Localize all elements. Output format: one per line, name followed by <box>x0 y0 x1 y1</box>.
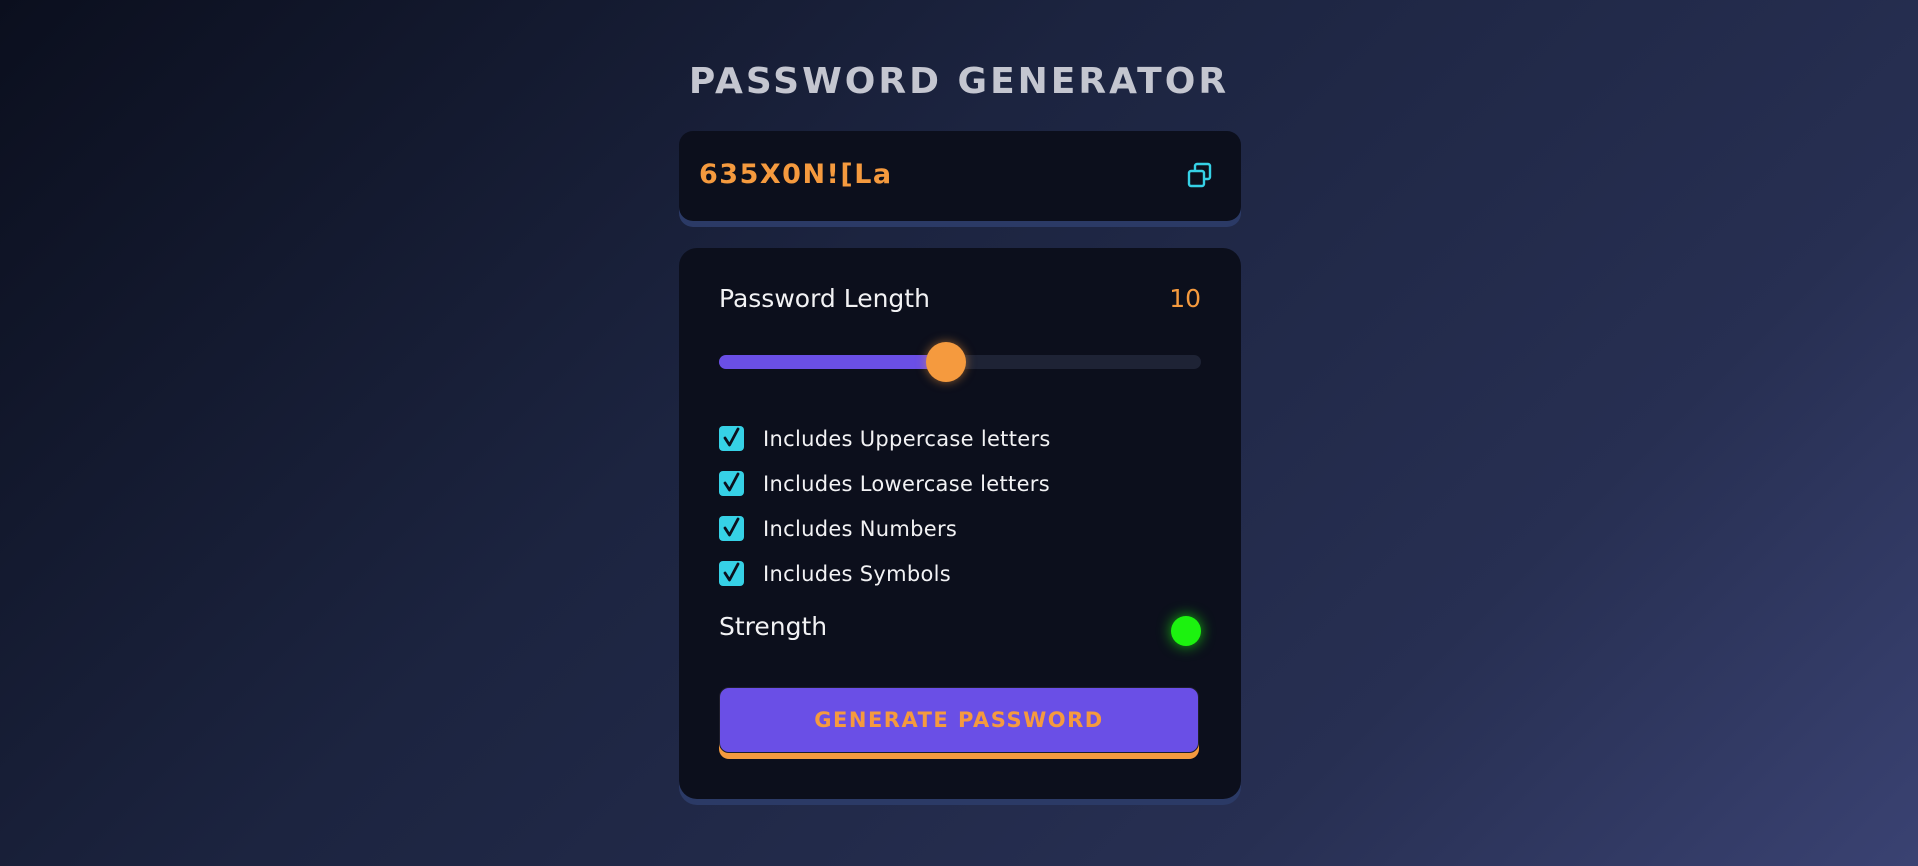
generate-password-button[interactable]: GENERATE PASSWORD <box>719 687 1199 753</box>
length-slider[interactable] <box>719 342 1201 382</box>
password-display: 635X0N![La <box>679 131 1241 221</box>
option-numbers[interactable]: Includes Numbers <box>719 506 1051 551</box>
copy-icon <box>1185 162 1215 194</box>
checkmark-icon <box>723 517 740 537</box>
numbers-label: Includes Numbers <box>763 516 958 541</box>
page-title: PASSWORD GENERATOR <box>688 61 1230 102</box>
checkmark-icon <box>723 472 740 492</box>
password-length-value: 10 <box>1169 284 1201 313</box>
slider-thumb[interactable] <box>925 342 966 382</box>
symbols-label: Includes Symbols <box>763 561 952 586</box>
symbols-checkbox[interactable] <box>719 561 744 586</box>
settings-card: Password Length 10 Includes Uppercase le… <box>679 248 1241 799</box>
copy-button[interactable] <box>1185 161 1215 191</box>
uppercase-checkbox[interactable] <box>719 426 744 451</box>
uppercase-label: Includes Uppercase letters <box>763 426 1051 451</box>
lowercase-checkbox[interactable] <box>719 471 744 496</box>
lowercase-label: Includes Lowercase letters <box>763 471 1050 496</box>
checkmark-icon <box>723 562 740 582</box>
option-symbols[interactable]: Includes Symbols <box>719 551 1051 596</box>
password-text: 635X0N![La <box>699 159 893 190</box>
password-length-label: Password Length <box>719 284 930 313</box>
option-lowercase[interactable]: Includes Lowercase letters <box>719 461 1051 506</box>
strength-label: Strength <box>719 612 828 641</box>
checkmark-icon <box>723 427 740 447</box>
options-list: Includes Uppercase letters Includes Lowe… <box>719 416 1051 596</box>
option-uppercase[interactable]: Includes Uppercase letters <box>719 416 1051 461</box>
strength-indicator <box>1171 616 1201 646</box>
slider-fill <box>719 355 946 369</box>
numbers-checkbox[interactable] <box>719 516 744 541</box>
